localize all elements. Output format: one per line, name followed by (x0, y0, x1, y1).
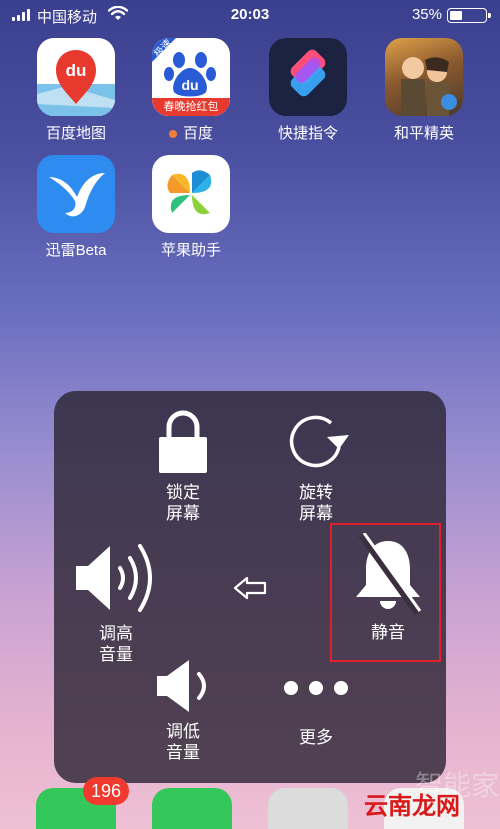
app-label: 和平精英 (393, 125, 454, 142)
app-label: 苹果助手 (160, 242, 221, 259)
more-label: 更多 (299, 728, 333, 747)
messages-badge: 196 (83, 777, 130, 805)
apple-helper-icon (152, 155, 230, 233)
volume-down-button[interactable]: 调低 音量 (128, 658, 238, 763)
more-button[interactable]: 更多 (261, 676, 371, 748)
more-dots-icon (284, 681, 348, 695)
app-apple-helper[interactable]: 苹果助手 (136, 155, 246, 260)
lock-screen-label: 锁定 屏幕 (166, 483, 200, 523)
rotate-screen-button[interactable]: 旋转 屏幕 (261, 407, 371, 524)
xunlei-icon (37, 155, 115, 233)
app-shortcuts[interactable]: 快捷指令 (253, 38, 363, 143)
rotate-icon (289, 415, 349, 468)
app-peace-elite[interactable]: 和平精英 (369, 38, 479, 143)
volume-down-icon (157, 660, 206, 712)
baidu-promo-label: 春晚抢红包 (163, 101, 219, 113)
svg-text:du: du (66, 61, 87, 80)
baidu-map-icon: du (37, 38, 115, 116)
volume-down-label: 调低 音量 (166, 722, 200, 762)
volume-up-button[interactable]: 调高 音量 (61, 540, 171, 665)
back-arrow-icon[interactable] (233, 575, 269, 601)
app-label: 迅雷Beta (45, 242, 107, 259)
volume-up-icon (76, 544, 152, 612)
baidu-icon: du 极速 春晚抢红包 (152, 38, 230, 116)
phone-app-icon[interactable] (152, 788, 232, 829)
app-label: 百度 (136, 122, 246, 143)
battery-fill (450, 11, 462, 20)
svg-text:du: du (181, 77, 198, 93)
app-xunlei[interactable]: 迅雷Beta (21, 155, 131, 260)
app-label: 百度地图 (45, 125, 106, 142)
shortcuts-icon (269, 38, 347, 116)
lock-icon (159, 410, 207, 473)
mute-highlight-box (330, 523, 441, 662)
battery-percent: 35% (411, 6, 442, 23)
new-update-dot (168, 130, 177, 139)
site-watermark: 云南龙网 (364, 793, 460, 820)
app-baidu-map[interactable]: du 百度地图 (21, 38, 131, 143)
app-label: 快捷指令 (277, 125, 338, 142)
rotate-screen-label: 旋转 屏幕 (299, 483, 333, 523)
camera-app-icon[interactable] (268, 788, 348, 829)
game-icon (385, 38, 463, 116)
lock-screen-button[interactable]: 锁定 屏幕 (128, 407, 238, 524)
battery-icon (447, 8, 491, 23)
status-bar: 中国移动 20:03 35% (0, 0, 500, 30)
app-baidu[interactable]: du 极速 春晚抢红包 百度 (136, 38, 246, 143)
